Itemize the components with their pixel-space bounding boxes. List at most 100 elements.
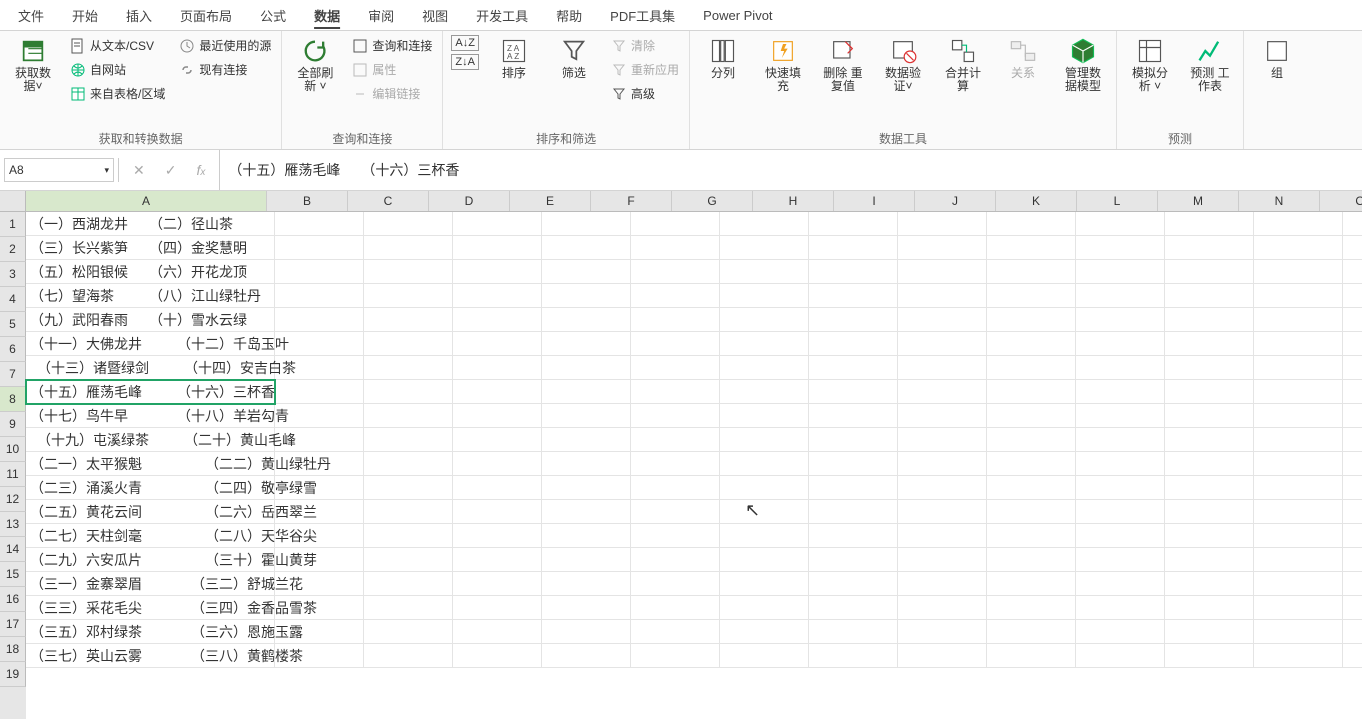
- cell-B13[interactable]: [275, 500, 364, 524]
- cell-E17[interactable]: [542, 596, 631, 620]
- cell-C4[interactable]: [364, 284, 453, 308]
- cell-G14[interactable]: [720, 524, 809, 548]
- cell-I18[interactable]: [898, 620, 987, 644]
- cell-E19[interactable]: [542, 644, 631, 668]
- cell-E16[interactable]: [542, 572, 631, 596]
- consolidate-button[interactable]: 合并计算: [938, 35, 988, 95]
- cell-N8[interactable]: [1343, 380, 1362, 404]
- cell-J14[interactable]: [987, 524, 1076, 548]
- cell-E1[interactable]: [542, 212, 631, 236]
- cell-F2[interactable]: [631, 236, 720, 260]
- from-csv-button[interactable]: 从文本/CSV: [68, 35, 167, 56]
- row-header-19[interactable]: 19: [0, 662, 26, 687]
- cell-M8[interactable]: [1254, 380, 1343, 404]
- col-header-I[interactable]: I: [834, 191, 915, 211]
- cell-B15[interactable]: [275, 548, 364, 572]
- select-all-corner[interactable]: [0, 191, 26, 212]
- row-header-11[interactable]: 11: [0, 462, 26, 487]
- sort-button[interactable]: Z AA Z 排序: [489, 35, 539, 82]
- col-header-M[interactable]: M: [1158, 191, 1239, 211]
- cell-D11[interactable]: [453, 452, 542, 476]
- cell-M6[interactable]: [1254, 332, 1343, 356]
- cell-A7[interactable]: （十三）诸暨绿剑 （十四）安吉白茶: [26, 356, 275, 380]
- cell-D16[interactable]: [453, 572, 542, 596]
- cell-D10[interactable]: [453, 428, 542, 452]
- cell-G17[interactable]: [720, 596, 809, 620]
- cell-I13[interactable]: [898, 500, 987, 524]
- cell-E4[interactable]: [542, 284, 631, 308]
- cell-G11[interactable]: [720, 452, 809, 476]
- cell-F7[interactable]: [631, 356, 720, 380]
- cell-A10[interactable]: （十九）屯溪绿茶 （二十）黄山毛峰: [26, 428, 275, 452]
- cell-G10[interactable]: [720, 428, 809, 452]
- cell-D9[interactable]: [453, 404, 542, 428]
- cell-D1[interactable]: [453, 212, 542, 236]
- cell-M4[interactable]: [1254, 284, 1343, 308]
- cell-N6[interactable]: [1343, 332, 1362, 356]
- cell-N16[interactable]: [1343, 572, 1362, 596]
- cell-F18[interactable]: [631, 620, 720, 644]
- cell-M5[interactable]: [1254, 308, 1343, 332]
- col-header-D[interactable]: D: [429, 191, 510, 211]
- cell-N3[interactable]: [1343, 260, 1362, 284]
- cell-K2[interactable]: [1076, 236, 1165, 260]
- cell-I8[interactable]: [898, 380, 987, 404]
- cell-B9[interactable]: [275, 404, 364, 428]
- cell-M18[interactable]: [1254, 620, 1343, 644]
- cell-E6[interactable]: [542, 332, 631, 356]
- forecast-sheet-button[interactable]: 预测 工作表: [1185, 35, 1235, 95]
- cell-B2[interactable]: [275, 236, 364, 260]
- cell-H3[interactable]: [809, 260, 898, 284]
- cell-D12[interactable]: [453, 476, 542, 500]
- cell-C13[interactable]: [364, 500, 453, 524]
- cell-L19[interactable]: [1165, 644, 1254, 668]
- cell-E10[interactable]: [542, 428, 631, 452]
- cell-J4[interactable]: [987, 284, 1076, 308]
- col-header-F[interactable]: F: [591, 191, 672, 211]
- queries-connections-button[interactable]: 查询和连接: [350, 35, 434, 56]
- cell-J9[interactable]: [987, 404, 1076, 428]
- cell-K14[interactable]: [1076, 524, 1165, 548]
- cell-I16[interactable]: [898, 572, 987, 596]
- cell-G19[interactable]: [720, 644, 809, 668]
- col-header-H[interactable]: H: [753, 191, 834, 211]
- cell-L10[interactable]: [1165, 428, 1254, 452]
- cell-A18[interactable]: （三五）邓村绿茶 （三六）恩施玉露: [26, 620, 275, 644]
- cell-C7[interactable]: [364, 356, 453, 380]
- cell-D15[interactable]: [453, 548, 542, 572]
- cell-F15[interactable]: [631, 548, 720, 572]
- cell-A5[interactable]: （九）武阳春雨 （十）雪水云绿: [26, 308, 275, 332]
- cell-N5[interactable]: [1343, 308, 1362, 332]
- col-header-A[interactable]: A: [26, 191, 267, 211]
- cell-D18[interactable]: [453, 620, 542, 644]
- cell-G13[interactable]: [720, 500, 809, 524]
- row-header-10[interactable]: 10: [0, 437, 26, 462]
- cell-L7[interactable]: [1165, 356, 1254, 380]
- row-header-3[interactable]: 3: [0, 262, 26, 287]
- tab-Power Pivot[interactable]: Power Pivot: [689, 4, 786, 27]
- cell-G15[interactable]: [720, 548, 809, 572]
- tab-页面布局[interactable]: 页面布局: [166, 2, 246, 29]
- cell-I2[interactable]: [898, 236, 987, 260]
- cell-J11[interactable]: [987, 452, 1076, 476]
- cell-D4[interactable]: [453, 284, 542, 308]
- cell-B14[interactable]: [275, 524, 364, 548]
- cell-C2[interactable]: [364, 236, 453, 260]
- cell-F10[interactable]: [631, 428, 720, 452]
- cell-H11[interactable]: [809, 452, 898, 476]
- cell-C3[interactable]: [364, 260, 453, 284]
- cell-D6[interactable]: [453, 332, 542, 356]
- cell-F11[interactable]: [631, 452, 720, 476]
- cell-E15[interactable]: [542, 548, 631, 572]
- cell-G3[interactable]: [720, 260, 809, 284]
- cell-M11[interactable]: [1254, 452, 1343, 476]
- row-header-15[interactable]: 15: [0, 562, 26, 587]
- cell-E2[interactable]: [542, 236, 631, 260]
- cell-H6[interactable]: [809, 332, 898, 356]
- cell-M14[interactable]: [1254, 524, 1343, 548]
- cell-H2[interactable]: [809, 236, 898, 260]
- cell-G18[interactable]: [720, 620, 809, 644]
- cell-B6[interactable]: [275, 332, 364, 356]
- cell-J16[interactable]: [987, 572, 1076, 596]
- cell-G5[interactable]: [720, 308, 809, 332]
